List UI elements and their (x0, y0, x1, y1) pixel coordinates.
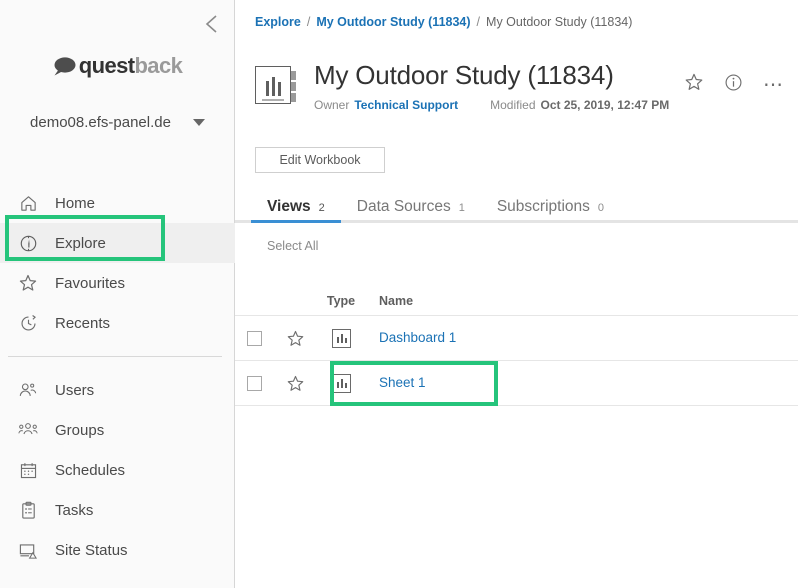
brand-logo: questback (0, 55, 235, 77)
clock-icon (18, 313, 38, 333)
column-header-type: Type (326, 293, 356, 308)
compass-icon (18, 233, 38, 253)
sidebar: questback demo08.efs-panel.de Home Explo… (0, 0, 235, 588)
sidebar-item-explore[interactable]: Explore (0, 223, 235, 263)
site-name-label: demo08.efs-panel.de (30, 114, 171, 131)
sidebar-item-tasks[interactable]: Tasks (0, 490, 235, 530)
owner-name-link[interactable]: Technical Support (354, 98, 458, 112)
favorite-button[interactable] (684, 72, 704, 97)
column-header-name: Name (379, 293, 414, 308)
clipboard-icon (18, 500, 38, 520)
sidebar-item-home[interactable]: Home (0, 183, 235, 223)
breadcrumb-explore[interactable]: Explore (255, 15, 301, 29)
sidebar-item-label: Explore (55, 234, 106, 252)
tab-count: 2 (318, 202, 325, 214)
grid-row-sheet-1[interactable]: Sheet 1 (235, 361, 798, 406)
logo-text-primary: quest (78, 53, 135, 78)
main-content: Explore / My Outdoor Study (11834) / My … (235, 0, 798, 588)
tab-label: Views (267, 198, 311, 215)
row-star-icon[interactable] (286, 374, 305, 393)
select-all-link[interactable]: Select All (267, 239, 318, 253)
logo-text-secondary: back (134, 53, 183, 78)
edit-workbook-button[interactable]: Edit Workbook (255, 147, 385, 173)
sidebar-item-label: Favourites (55, 274, 126, 292)
breadcrumb-separator: / (476, 15, 481, 29)
sidebar-item-label: Tasks (55, 501, 94, 519)
sidebar-item-label: Groups (55, 421, 105, 439)
sidebar-item-label: Schedules (55, 461, 126, 479)
star-outline-icon (684, 72, 704, 97)
header-actions: ⋯ (684, 72, 784, 97)
view-name-link[interactable]: Sheet 1 (379, 375, 426, 390)
sidebar-item-recents[interactable]: Recents (0, 303, 235, 343)
tab-label: Data Sources (356, 198, 451, 215)
sidebar-item-favourites[interactable]: Favourites (0, 263, 235, 303)
breadcrumb-parent[interactable]: My Outdoor Study (11834) (316, 15, 470, 29)
modified-value: Oct 25, 2019, 12:47 PM (540, 98, 670, 113)
sidebar-divider (8, 356, 222, 357)
site-status-icon (18, 540, 38, 560)
star-icon (18, 273, 38, 293)
groups-icon (18, 420, 38, 440)
sidebar-nav: Home Explore Favourites Recents Users Gr… (0, 183, 235, 570)
tab-views[interactable]: Views 2 (251, 198, 341, 223)
sidebar-item-label: Home (55, 194, 96, 212)
sidebar-item-schedules[interactable]: Schedules (0, 450, 235, 490)
sidebar-item-users[interactable]: Users (0, 370, 235, 410)
row-star-icon[interactable] (286, 329, 305, 348)
owner-label: Owner (314, 98, 350, 113)
row-checkbox[interactable] (246, 330, 262, 346)
site-selector[interactable]: demo08.efs-panel.de (0, 114, 235, 131)
sidebar-item-label: Users (55, 381, 95, 399)
workbook-meta: Owner Technical Support Modified Oct 25,… (314, 98, 684, 112)
tab-count: 0 (597, 202, 605, 214)
sidebar-item-label: Site Status (55, 541, 128, 559)
breadcrumb-current: My Outdoor Study (11834) (486, 15, 633, 29)
sidebar-item-label: Recents (55, 314, 111, 332)
sidebar-item-site-status[interactable]: Site Status (0, 530, 235, 570)
workbook-header: My Outdoor Study (11834) Owner Technical… (255, 60, 784, 112)
view-chart-icon (331, 373, 351, 393)
more-horizontal-icon: ⋯ (763, 73, 784, 96)
sidebar-item-groups[interactable]: Groups (0, 410, 235, 450)
view-chart-icon (331, 328, 351, 348)
tab-subscriptions[interactable]: Subscriptions 0 (481, 198, 620, 220)
page-title: My Outdoor Study (11834) (314, 60, 614, 90)
calendar-icon (18, 460, 38, 480)
breadcrumb: Explore / My Outdoor Study (11834) / My … (255, 15, 632, 29)
tab-label: Subscriptions (496, 198, 590, 215)
info-circle-icon (724, 73, 743, 97)
caret-down-icon (192, 119, 205, 126)
info-button[interactable] (724, 73, 743, 97)
tab-data-sources[interactable]: Data Sources 1 (341, 198, 481, 220)
content-tabs: Views 2 Data Sources 1 Subscriptions 0 (235, 196, 798, 223)
view-name-link[interactable]: Dashboard 1 (379, 330, 456, 345)
more-actions-button[interactable]: ⋯ (763, 73, 784, 96)
collapse-sidebar-button[interactable] (200, 12, 224, 36)
views-grid: Type Name Dashboard 1 Sheet 1 (235, 286, 798, 406)
grid-header-row: Type Name (235, 286, 798, 316)
chevron-left-icon (205, 14, 219, 34)
breadcrumb-separator: / (306, 15, 311, 29)
modified-label: Modified (490, 98, 536, 113)
users-icon (18, 380, 38, 400)
workbook-icon (255, 66, 297, 108)
row-checkbox[interactable] (246, 375, 262, 391)
tab-count: 1 (458, 202, 465, 214)
table-row[interactable]: Dashboard 1 (235, 316, 798, 361)
app-root: questback demo08.efs-panel.de Home Explo… (0, 0, 798, 588)
home-icon (18, 193, 38, 213)
speech-bubble-icon (53, 56, 76, 76)
